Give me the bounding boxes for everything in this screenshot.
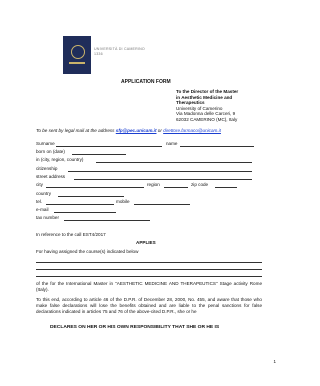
country-label: country (36, 191, 52, 196)
born-on-label: born on (date) (36, 149, 65, 154)
course-line-1[interactable] (36, 262, 262, 263)
tax-label: tax number (36, 215, 59, 220)
citizenship-label: citizenship (36, 166, 58, 171)
zip-label: zip code (191, 182, 209, 187)
send-note: To be sent by legal mail at the address … (36, 128, 221, 134)
surname-field[interactable] (56, 146, 162, 147)
name-label: name (166, 141, 178, 146)
country-field[interactable] (58, 196, 124, 197)
region-field[interactable] (164, 187, 188, 188)
email-label: e-mail (36, 207, 49, 212)
recipient-line-6: 62032 CAMERINO (MC), Italy (176, 116, 238, 122)
logo-line-2: 1336 (94, 52, 103, 56)
page-number: 1 (273, 359, 276, 364)
tax-field[interactable] (64, 220, 150, 221)
mobile-field[interactable] (134, 204, 190, 205)
declaration-paragraph: To this end, according to article 46 of … (36, 297, 262, 314)
recipient-line-1: To the Director of the Master (176, 89, 239, 94)
birthplace-label: in (city, region, country) (36, 157, 84, 162)
born-on-field[interactable] (72, 154, 126, 155)
courses-intro: For having assigned the course(s) indica… (36, 249, 139, 254)
email-link-pec[interactable]: sfp@pec.unicam.it (116, 128, 157, 133)
seal-icon (71, 45, 85, 59)
master-paragraph: of the for the International Master in "… (36, 281, 262, 292)
recipient-block: To the Director of the Master in Aesthet… (176, 89, 238, 123)
email-field[interactable] (54, 212, 116, 213)
tel-field[interactable] (46, 204, 114, 205)
logo-text: UNIVERSITÀ DI CAMERINO 1336 (94, 47, 145, 57)
call-reference: In reference to the call EST4/2017 (36, 232, 106, 237)
zip-field[interactable] (215, 187, 237, 188)
logo-bar (69, 62, 85, 64)
tel-label: tel. (36, 199, 43, 204)
birthplace-field[interactable] (96, 162, 252, 163)
applies-heading: APPLIES (136, 240, 156, 245)
street-label: street address (36, 174, 66, 179)
city-label: city (36, 182, 43, 187)
email-link-director[interactable]: direttore.farmaco@unicam.it (163, 128, 221, 133)
name-field[interactable] (180, 146, 254, 147)
course-line-2[interactable] (36, 269, 262, 270)
send-note-prefix: To be sent by legal mail at the address (36, 128, 115, 133)
mobile-label: mobile (116, 199, 130, 204)
city-field[interactable] (46, 187, 144, 188)
university-logo (63, 36, 91, 74)
citizenship-field[interactable] (68, 171, 252, 172)
course-line-3[interactable] (36, 276, 262, 277)
street-field[interactable] (74, 179, 252, 180)
surname-label: Surname (36, 141, 55, 146)
declares-heading: DECLARES ON HER OR HIS OWN RESPONSIBILIT… (50, 325, 220, 330)
region-label: region (147, 182, 160, 187)
form-title: APPLICATION FORM (121, 79, 171, 85)
send-note-or: or (157, 128, 162, 133)
